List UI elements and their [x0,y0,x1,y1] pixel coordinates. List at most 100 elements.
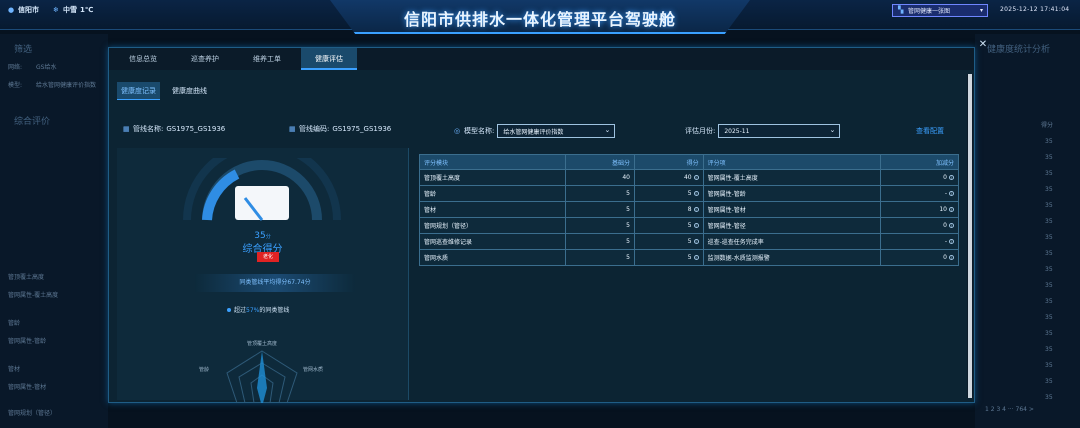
cell-module: 管网巡查维修记录 [418,233,567,250]
bg-value: 给水管网健康评价指数 [36,82,97,89]
subtab-health-record[interactable]: 健康度记录 [117,82,160,100]
info-icon[interactable]: i [693,191,699,196]
cell-item: 管网属性-管径 [702,217,882,234]
radar-label: 管网水质 [303,366,323,373]
radar-label: 管顶覆土高度 [247,340,277,347]
bg-value: 35 [1045,314,1053,321]
tab-health-eval[interactable]: 健康评估 [301,48,357,70]
info-icon[interactable]: i [693,239,699,244]
table-body: 管顶覆土高度 40 40 i 管网属性-覆土高度 0 i 管龄 5 5 i 管网属性-管龄 - i 管材 5 8… [418,169,959,266]
bg-value: GS给水 [36,64,57,71]
map-icon: ▚ [898,6,904,14]
title-banner: 信阳市供排水一体化管理平台驾驶舱 [330,0,750,34]
cell-item: 管网属性-管龄 [702,185,882,202]
cell-item: 监测数据-水质监测报警 [702,249,882,266]
sub-tabs: 健康度记录 健康度曲线 [117,82,211,100]
cell-score: 5i [633,249,704,266]
bg-value: 35 [1045,170,1053,177]
bg-value: 35 [1045,234,1053,241]
info-icon[interactable]: i [693,255,699,260]
top-left-info: ● 信阳市 ❄ 中雪 1℃ [8,5,93,15]
bg-value: 35 [1045,250,1053,257]
bg-row: 管顶覆土高度 [8,274,45,281]
chevron-down-icon: ⌄ [604,126,611,134]
bg-section-filter: 筛选 [14,45,33,55]
radar-label: 管龄 [199,366,209,373]
cell-adj: -i [880,185,959,202]
background-right-panel: 健康度统计分析 得分 35 35 35 35 35 35 35 35 35 35 35 35 35 35 3… [975,34,1080,428]
cell-score: 5i [633,233,704,250]
bg-label: 网络: [8,64,23,71]
cell-base: 5 [565,217,635,234]
bg-value: 35 [1045,330,1053,337]
info-icon[interactable]: i [693,223,699,228]
cell-adj: -i [880,233,959,250]
pipe-code-field: ▦ 管线编码: GS1975_GS1936 [289,124,392,133]
pipe-icon: ▦ [123,124,130,133]
month-select[interactable]: 2025-11 ⌄ [718,124,841,138]
info-icon[interactable]: i [693,207,699,212]
tab-work-order[interactable]: 维养工单 [239,48,295,70]
cell-base: 5 [565,185,635,202]
cell-score: 5i [633,185,704,202]
exceed-text: 超过57%的同类管线 [227,305,289,314]
table-row: 管网规划（管径） 5 5 i 管网属性-管径 0 i [418,217,959,234]
cell-adj: 0i [880,249,959,266]
col-item: 评分项 [702,154,882,170]
table-row: 管网巡查维修记录 5 5 i 巡查-巡查任务完成率 - i [418,233,959,250]
table-row: 管材 5 8 i 管网属性-管材 10 i [418,201,959,218]
average-score-bar: 同类管线平均得分67.74分 [195,274,355,292]
radar-chart: 管顶覆土高度 管网水质 管龄 [199,340,323,403]
cell-module: 管材 [418,201,567,218]
info-icon[interactable]: i [949,239,954,244]
bg-row: 管网规划（管径） [8,410,57,417]
info-icon[interactable]: i [949,207,954,212]
bg-pager[interactable]: 1 2 3 4 ··· 764 > [985,406,1034,413]
bg-row: 管网属性-覆土高度 [8,292,59,299]
bg-value: 35 [1045,186,1053,193]
page-title: 信阳市供排水一体化管理平台驾驶舱 [403,10,676,29]
score-table: 评分模块 基础分 得分 评分项 加减分 管顶覆土高度 40 40 i 管网属性-覆土高度… [418,154,959,266]
bg-value: 35 [1045,362,1053,369]
bg-section-stats: 健康度统计分析 [987,45,1051,55]
bg-row: 管材 [8,366,21,373]
bg-value: 35 [1045,346,1053,353]
info-icon[interactable]: i [949,255,954,260]
score-table-area: 评分模块 基础分 得分 评分项 加减分 管顶覆土高度 40 40 i 管网属性-覆土高度… [415,148,967,400]
model-select[interactable]: 给水管网健康评价指数 ⌄ [497,124,616,138]
location-icon: ● [8,5,15,14]
bg-col-header: 得分 [1041,122,1054,129]
weather-info: ❄ 中雪 1℃ [53,5,94,14]
model-icon: ◎ [454,126,461,135]
background-left-panel: 筛选 网络: GS给水 模型: 给水管网健康评价指数 综合评价 管顶覆土高度 管… [0,34,108,428]
info-icon[interactable]: i [949,175,954,180]
cell-module: 管龄 [418,185,567,202]
view-config-link[interactable]: 查看配置 [916,126,944,136]
cell-module: 管顶覆土高度 [418,169,567,186]
pipe-name-field: ▦ 管线名称: GS1975_GS1936 [123,124,226,133]
model-field: ◎ 模型名称: 给水管网健康评价指数 ⌄ [454,124,616,138]
scrollbar-thumb[interactable] [968,74,972,398]
cell-item: 管网属性-覆土高度 [702,169,882,186]
scrollbar[interactable] [967,74,973,398]
subtab-health-curve[interactable]: 健康度曲线 [168,82,211,100]
close-icon[interactable]: ✕ [978,40,988,50]
info-icon[interactable]: i [949,191,954,196]
cell-adj: 0i [880,217,959,234]
cell-score: 8i [633,201,704,218]
tab-inspection[interactable]: 巡查养护 [177,48,233,70]
chevron-down-icon: ⌄ [829,126,836,134]
filter-bar: ▦ 管线名称: GS1975_GS1936 ▦ 管线编码: GS1975_GS1… [109,120,974,140]
view-switch-button[interactable]: ▚ 管网健康一张图 ▾ [892,4,988,17]
tab-overview[interactable]: 信息总览 [115,48,171,70]
cell-module: 管网水质 [418,249,567,266]
cell-base: 5 [565,233,635,250]
col-score: 得分 [633,154,704,170]
bg-value: 35 [1045,154,1053,161]
info-icon[interactable]: i [693,175,699,180]
info-icon[interactable]: i [949,223,954,228]
table-row: 管顶覆土高度 40 40 i 管网属性-覆土高度 0 i [418,169,959,186]
code-icon: ▦ [289,124,296,133]
cell-score: 5i [633,217,704,234]
city-selector[interactable]: ● 信阳市 [8,5,39,15]
